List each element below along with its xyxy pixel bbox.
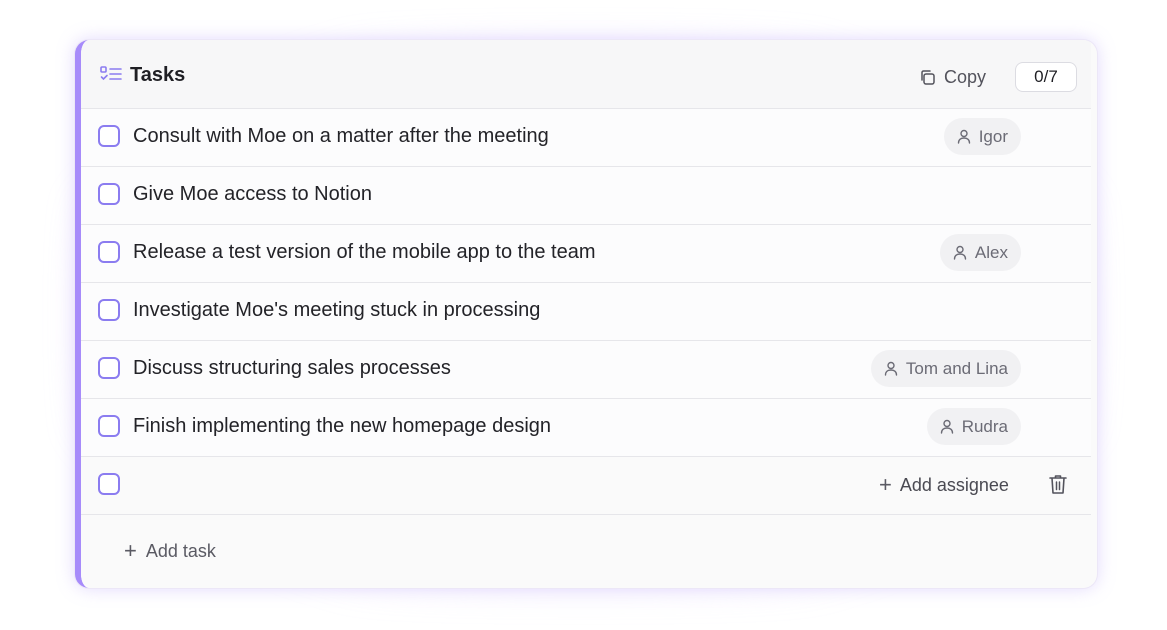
task-checkbox[interactable] — [98, 183, 120, 205]
assignee-chip[interactable]: Alex — [939, 234, 1021, 271]
add-assignee-label: Add assignee — [899, 474, 1009, 495]
card-title: Tasks — [130, 64, 186, 86]
assignee-name: Rudra — [961, 416, 1008, 436]
person-icon — [957, 129, 970, 144]
footer-row — [81, 514, 1091, 588]
task-checkbox[interactable] — [98, 241, 120, 263]
task-row: Discuss structuring sales processes Tom … — [81, 340, 1091, 399]
person-icon — [953, 245, 967, 260]
task-text[interactable]: Discuss structuring sales processes — [133, 357, 451, 380]
task-text[interactable]: Finish implementing the new homepage des… — [133, 415, 551, 438]
assignee-name: Alex — [974, 242, 1008, 262]
assignee-name: Tom and Lina — [905, 358, 1008, 378]
tasks-list-icon — [100, 66, 122, 81]
task-text[interactable]: Investigate Moe's meeting stuck in proce… — [133, 299, 540, 322]
add-task-label: Add task — [145, 540, 216, 561]
person-icon — [884, 361, 898, 376]
assignee-chip[interactable]: Rudra — [926, 408, 1021, 445]
task-checkbox[interactable] — [98, 415, 120, 437]
trash-icon[interactable] — [1049, 474, 1067, 495]
task-text[interactable]: Release a test version of the mobile app… — [133, 241, 596, 264]
task-row: Finish implementing the new homepage des… — [81, 398, 1091, 457]
task-row: Investigate Moe's meeting stuck in proce… — [81, 282, 1091, 341]
task-row: Give Moe access to Notion — [81, 166, 1091, 225]
task-row: Consult with Moe on a matter after the m… — [81, 108, 1091, 167]
task-text[interactable]: Give Moe access to Notion — [133, 183, 372, 206]
tasks-header: Tasks Copy 0/7 — [81, 40, 1091, 108]
add-assignee-button[interactable]: + Add assignee — [879, 474, 1009, 496]
task-checkbox[interactable] — [98, 357, 120, 379]
copy-label: Copy — [944, 66, 987, 87]
add-task-button[interactable]: + Add task — [124, 540, 216, 562]
task-row: Release a test version of the mobile app… — [81, 224, 1091, 283]
assignee-chip[interactable]: Tom and Lina — [870, 350, 1021, 387]
person-icon — [940, 419, 953, 434]
assignee-name: Igor — [978, 126, 1008, 146]
task-checkbox[interactable] — [98, 299, 120, 321]
new-task-checkbox[interactable] — [98, 473, 120, 495]
assignee-chip[interactable]: Igor — [943, 118, 1021, 155]
plus-icon: + — [879, 472, 892, 497]
new-task-row: + Add assignee — [81, 456, 1091, 515]
task-checkbox[interactable] — [98, 125, 120, 147]
copy-button[interactable]: Copy — [919, 65, 986, 89]
copy-icon — [921, 69, 935, 85]
plus-icon: + — [124, 538, 137, 563]
tasks-card: Tasks Copy 0/7 Consult with Moe on a mat… — [75, 40, 1097, 588]
task-text[interactable]: Consult with Moe on a matter after the m… — [133, 125, 549, 148]
task-counter-badge: 0/7 — [1015, 62, 1077, 92]
